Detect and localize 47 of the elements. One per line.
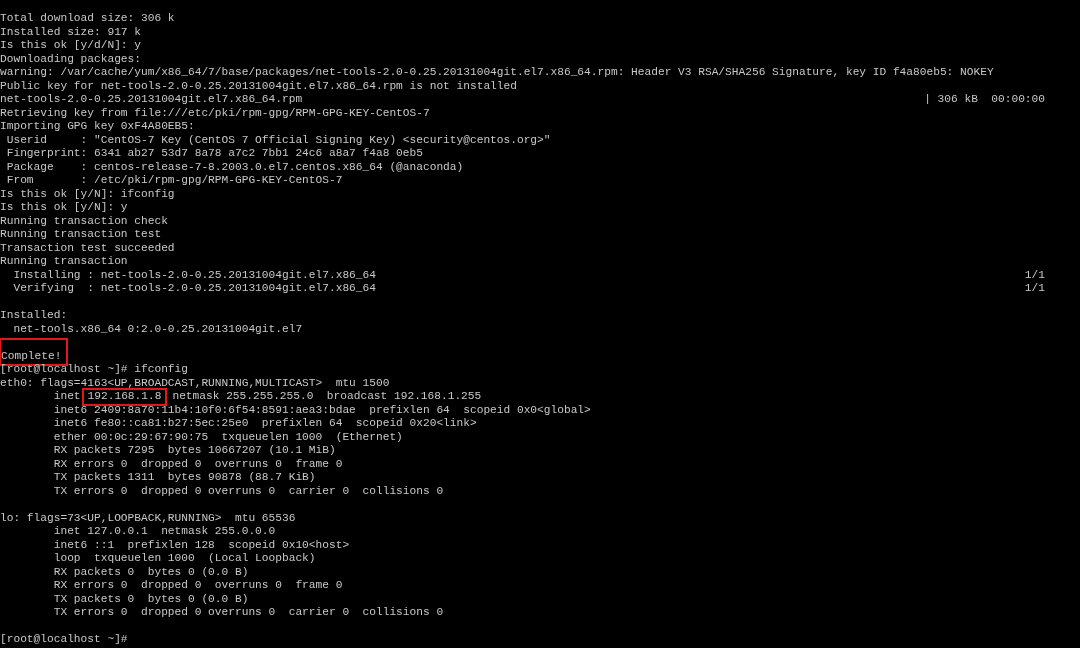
- terminal-line: Is this ok [y/N]: y: [0, 201, 128, 215]
- terminal-line: TX packets 0 bytes 0 (0.0 B): [52, 592, 249, 606]
- terminal-line: Installing : net-tools-2.0-0.25.20131004git.el7.x86_64: [12, 268, 376, 282]
- terminal-line: Userid : "CentOS-7 Key (CentOS 7 Official Signing Key) <security@centos.org>": [5, 133, 551, 147]
- terminal-text: inet: [52, 390, 81, 404]
- terminal-line: inet6 fe80::ca81:b27:5ec:25e0 prefixlen 64 scopeid 0x20<link>: [52, 417, 477, 431]
- terminal-line: Running transaction test: [0, 228, 162, 242]
- terminal-line: TX packets 1311 bytes 90878 (88.7 KiB): [52, 471, 316, 485]
- terminal-line: Installed size: 917 k: [0, 25, 141, 39]
- terminal-line: Verifying : net-tools-2.0-0.25.20131004git.el7.x86_64: [12, 282, 376, 296]
- terminal-line: inet 127.0.0.1 netmask 255.0.0.0: [52, 525, 276, 539]
- terminal-line: RX errors 0 dropped 0 overruns 0 frame 0: [52, 579, 343, 593]
- highlighted-text: 192.168.1.8: [81, 388, 168, 406]
- terminal-line: Transaction test succeeded: [0, 241, 175, 255]
- terminal-line: eth0: flags=4163<UP,BROADCAST,RUNNING,MULTICAST> mtu 1500: [0, 376, 390, 390]
- terminal-line: Importing GPG key 0xF4A80EB5:: [0, 120, 195, 134]
- terminal-line: inet6 2409:8a70:11b4:10f0:6f54:8591:aea3:bdae prefixlen 64 scopeid 0x0<global>: [52, 403, 591, 417]
- terminal-line: Is this ok [y/d/N]: y: [0, 39, 141, 53]
- terminal-line: Running transaction: [0, 255, 128, 269]
- terminal-text: 1/1: [1024, 268, 1045, 282]
- terminal-line: warning: /var/cache/yum/x86_64/7/base/packages/net-tools-2.0-0.25.20131004git.el7.x86_64.rpm: Header V3 RSA/SHA256 Signature, key ID f4a80eb5: NOKEY: [0, 66, 994, 80]
- terminal-line: Downloading packages:: [0, 52, 141, 66]
- terminal-line: RX errors 0 dropped 0 overruns 0 frame 0: [52, 457, 343, 471]
- terminal-line: Public key for net-tools-2.0-0.25.20131004git.el7.x86_64.rpm is not installed: [0, 79, 517, 93]
- terminal-line: net-tools.x86_64 0:2.0-0.25.20131004git.el7: [12, 322, 303, 336]
- terminal-line: Is this ok [y/N]: ifconfig: [0, 187, 175, 201]
- terminal-line: Installed:: [0, 309, 68, 323]
- terminal-line: inet6 ::1 prefixlen 128 scopeid 0x10<host>: [52, 538, 350, 552]
- terminal-line: TX errors 0 dropped 0 overruns 0 carrier 0 collisions 0: [52, 606, 444, 620]
- terminal-line: Running transaction check: [0, 214, 168, 228]
- terminal-line: Fingerprint: 6341 ab27 53d7 8a78 a7c2 7bb1 24c6 a8a7 f4a8 0eb5: [5, 147, 423, 161]
- terminal-line: Retrieving key from file:///etc/pki/rpm-gpg/RPM-GPG-KEY-CentOS-7: [0, 106, 430, 120]
- terminal-text: netmask 255.255.255.0 broadcast 192.168.1.255: [172, 390, 482, 404]
- terminal-line: [root@localhost ~]# ifconfig: [0, 363, 188, 377]
- terminal-line: RX packets 0 bytes 0 (0.0 B): [52, 565, 249, 579]
- terminal-line: loop txqueuelen 1000 (Local Loopback): [52, 552, 316, 566]
- terminal-line: RX packets 7295 bytes 10667207 (10.1 MiB): [52, 444, 336, 458]
- terminal-line: Package : centos-release-7-8.2003.0.el7.centos.x86_64 (@anaconda): [5, 160, 464, 174]
- terminal-line: From : /etc/pki/rpm-gpg/RPM-GPG-KEY-CentOS-7: [5, 174, 343, 188]
- terminal-line: [root@localhost ~]#: [0, 633, 128, 647]
- terminal-line: net-tools-2.0-0.25.20131004git.el7.x86_64.rpm: [0, 93, 303, 107]
- terminal-line: Total download size: 306 k: [0, 12, 175, 26]
- terminal-text: 1/1: [1024, 282, 1045, 296]
- terminal-line: lo: flags=73<UP,LOOPBACK,RUNNING> mtu 65536: [0, 511, 296, 525]
- terminal-text: | 306 kB 00:00:00: [924, 93, 1045, 107]
- terminal-line: ether 00:0c:29:67:90:75 txqueuelen 1000 (Ethernet): [52, 430, 403, 444]
- terminal-line: TX errors 0 dropped 0 overruns 0 carrier 0 collisions 0: [52, 484, 444, 498]
